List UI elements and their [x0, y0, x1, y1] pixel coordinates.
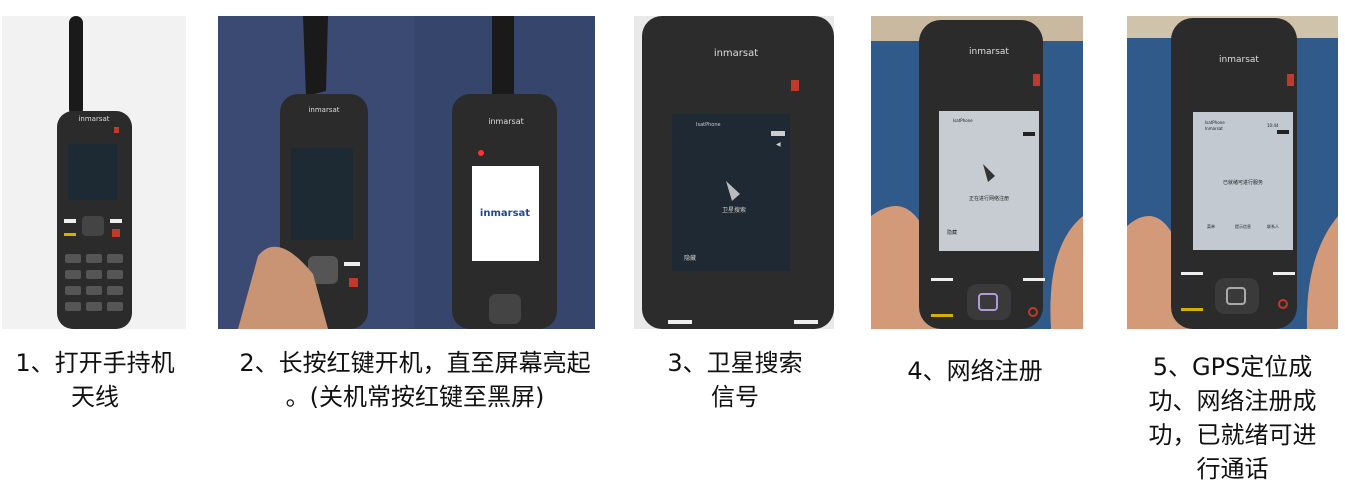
- nav-key: [82, 216, 104, 236]
- status-label: IsatPhone: [953, 118, 973, 123]
- step1-photo: inmarsat: [2, 16, 186, 329]
- red-key: [112, 229, 120, 237]
- step1-caption: 1、打开手持机 天线: [0, 346, 190, 414]
- status-label: IsatPhone: [696, 122, 721, 128]
- red-key: [349, 278, 358, 287]
- step3-photo: inmarsat IsatPhone ◀ 卫星搜索 隐藏: [634, 16, 834, 329]
- step4-caption: 4、网络注册: [880, 354, 1070, 388]
- caption-line: 功、网络注册成: [1148, 387, 1317, 415]
- battery-icon: [771, 131, 785, 136]
- antenna: [492, 16, 514, 96]
- screen-message: 已就绪可进行服务: [1223, 179, 1263, 186]
- softkey-center: 提示信息: [1235, 223, 1251, 229]
- softkey-right: 联系人: [1267, 223, 1279, 229]
- phone-screen: [291, 148, 353, 240]
- step2-photo-off: inmarsat: [218, 16, 414, 329]
- antenna: [303, 16, 328, 96]
- brand-logo: inmarsat: [714, 48, 758, 59]
- battery-icon: [1023, 132, 1035, 136]
- softkey-label: 隐藏: [947, 229, 957, 236]
- status-line2: Inmarsat: [1205, 126, 1223, 131]
- boot-logo: inmarsat: [480, 208, 530, 219]
- brand-logo: inmarsat: [969, 47, 1009, 57]
- screen-message: 正在进行网络注册: [969, 195, 1009, 202]
- red-indicator: [1287, 74, 1294, 86]
- caption-line: 2、长按红键开机，直至屏幕亮起: [239, 349, 591, 377]
- caption-line: 天线: [71, 383, 119, 411]
- caption-line: 5、GPS定位成: [1152, 353, 1313, 381]
- step4-photo: inmarsat IsatPhone 正在进行网络注册 隐藏: [871, 16, 1083, 329]
- nav-key: [1215, 278, 1259, 314]
- step2-caption: 2、长按红键开机，直至屏幕亮起 。(关机常按红键至黑屏): [210, 346, 620, 414]
- speaker-icon: ◀: [776, 141, 781, 148]
- softkey-left: 菜单: [1207, 223, 1215, 229]
- phone-screen: [68, 144, 117, 200]
- caption-line: 1、打开手持机: [15, 349, 175, 377]
- red-indicator: [791, 80, 799, 91]
- caption-line: 4、网络注册: [907, 357, 1043, 385]
- red-indicator: [1033, 74, 1040, 86]
- step3-caption: 3、卫星搜索 信号: [640, 346, 830, 414]
- status-line1: IsatPhone: [1205, 120, 1225, 125]
- antenna: [69, 16, 83, 116]
- clock: 10:44: [1267, 123, 1279, 128]
- caption-line: 功，已就绪可进: [1148, 421, 1317, 449]
- softkey-label: 隐藏: [684, 254, 696, 262]
- step2-photo-boot: inmarsat inmarsat: [414, 16, 595, 329]
- nav-key: [967, 284, 1011, 320]
- red-indicator: [114, 127, 119, 133]
- caption-line: 行通话: [1196, 455, 1269, 483]
- brand-logo: inmarsat: [78, 115, 109, 123]
- brand-logo: inmarsat: [488, 117, 523, 126]
- step5-caption: 5、GPS定位成 功、网络注册成 功，已就绪可进 行通话: [1130, 350, 1335, 486]
- caption-line: 3、卫星搜索: [667, 349, 803, 377]
- nav-key: [489, 294, 521, 324]
- brand-logo: inmarsat: [1219, 55, 1259, 65]
- caption-line: 信号: [711, 383, 759, 411]
- battery-icon: [1277, 130, 1289, 134]
- red-led: [478, 150, 484, 156]
- step5-photo: inmarsat IsatPhone Inmarsat 10:44 已就绪可进行…: [1127, 16, 1338, 329]
- screen-message: 卫星搜索: [722, 206, 746, 214]
- brand-logo: inmarsat: [308, 106, 339, 114]
- caption-line: 。(关机常按红键至黑屏): [285, 383, 545, 411]
